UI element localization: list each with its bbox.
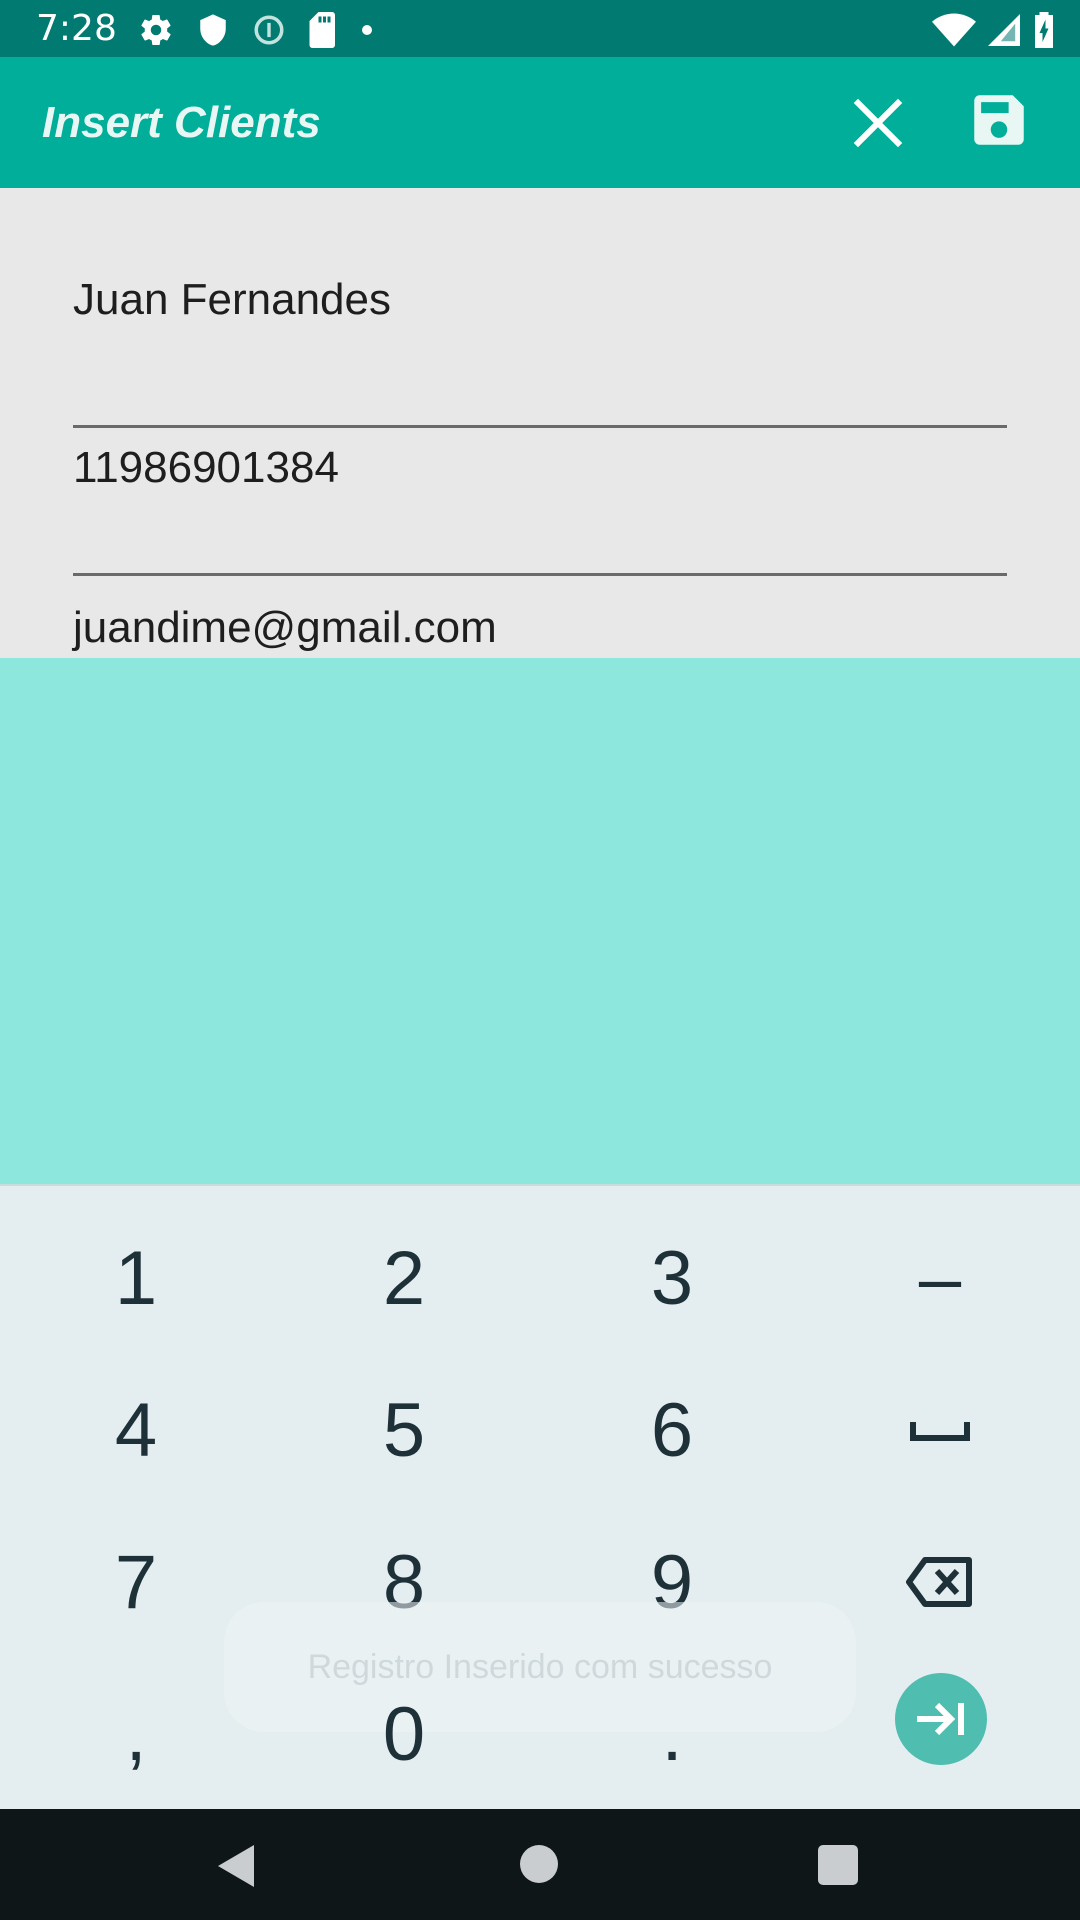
home-icon[interactable]: [520, 1845, 558, 1883]
email-field[interactable]: juandime@gmail.com: [73, 600, 1007, 660]
space-icon: [910, 1422, 970, 1441]
wifi-icon: [932, 13, 976, 47]
page-title: Insert Clients: [42, 97, 321, 147]
status-time: 7:28: [36, 8, 117, 49]
save-button[interactable]: [966, 87, 1032, 153]
sd-card-icon: [309, 12, 335, 48]
key-period[interactable]: .: [538, 1658, 806, 1810]
key-4[interactable]: 4: [2, 1354, 270, 1506]
key-1[interactable]: 1: [2, 1202, 270, 1354]
close-icon: [853, 98, 903, 148]
phone-underline: [73, 573, 1007, 576]
key-6[interactable]: 6: [538, 1354, 806, 1506]
signal-icon: [988, 14, 1020, 46]
back-icon[interactable]: [216, 1843, 256, 1889]
status-bar: 7:28: [0, 0, 1080, 57]
close-button[interactable]: [848, 93, 908, 153]
next-icon: [917, 1702, 964, 1736]
key-2[interactable]: 2: [270, 1202, 538, 1354]
key-comma[interactable]: ,: [2, 1658, 270, 1810]
recent-apps-icon[interactable]: [818, 1845, 858, 1885]
status-icons-left: [138, 12, 374, 48]
key-minus[interactable]: –: [806, 1202, 1074, 1354]
screen: 7:28 Insert Clients Juan Fernandes 11986…: [0, 0, 1080, 1920]
key-space[interactable]: [806, 1354, 1074, 1506]
content-overlay: [0, 658, 1080, 1184]
email-input[interactable]: juandime@gmail.com: [73, 600, 1007, 656]
dot-icon: [362, 25, 372, 35]
navigation-bar: [0, 1809, 1080, 1920]
info-icon: [254, 15, 284, 45]
app-bar: Insert Clients: [0, 57, 1080, 188]
name-underline: [73, 425, 1007, 428]
backspace-icon: [906, 1557, 972, 1607]
name-input[interactable]: Juan Fernandes: [73, 272, 1007, 328]
phone-input[interactable]: 11986901384: [73, 440, 1007, 496]
save-icon: [974, 95, 1024, 145]
phone-field[interactable]: 11986901384: [73, 440, 1007, 576]
next-button[interactable]: [895, 1673, 987, 1765]
name-field[interactable]: Juan Fernandes: [73, 272, 1007, 428]
settings-icon: [141, 15, 171, 46]
key-3[interactable]: 3: [538, 1202, 806, 1354]
battery-charging-icon: [1035, 12, 1053, 48]
key-0[interactable]: 0: [270, 1658, 538, 1810]
key-5[interactable]: 5: [270, 1354, 538, 1506]
client-form: Juan Fernandes 11986901384 juandime@gmai…: [0, 188, 1080, 658]
shield-icon: [200, 14, 226, 46]
status-icons-right: [932, 12, 1056, 48]
